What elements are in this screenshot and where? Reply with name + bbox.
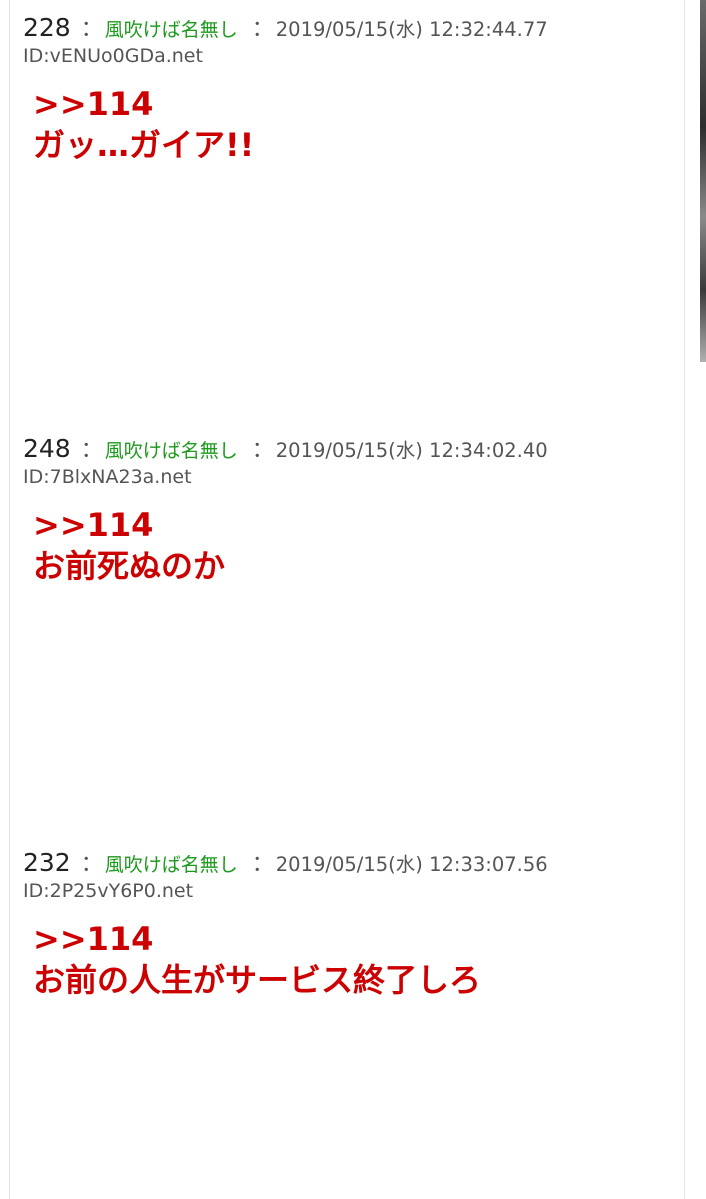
post-body: >>114 お前の人生がサービス終了しろ — [33, 919, 683, 1001]
post-id[interactable]: ID:7BlxNA23a.net — [23, 464, 683, 490]
post-id[interactable]: ID:2P25vY6P0.net — [23, 878, 683, 904]
post-separator: ： — [80, 438, 103, 463]
post-body: >>114 お前死ぬのか — [33, 505, 683, 587]
post-anchor-link[interactable]: >>114 — [33, 919, 683, 960]
post-datetime: 2019/05/15(水) 12:33:07.56 — [275, 853, 548, 876]
post-header: 248：風吹けば名無し： 2019/05/15(水) 12:34:02.40 — [23, 432, 683, 466]
left-border — [9, 0, 10, 1199]
post-header: 228：風吹けば名無し： 2019/05/15(水) 12:32:44.77 — [23, 11, 683, 45]
post-author: 風吹けば名無し — [104, 440, 238, 462]
post-date-separator: ： — [251, 852, 274, 877]
post-author: 風吹けば名無し — [104, 854, 238, 876]
post-228: 228：風吹けば名無し： 2019/05/15(水) 12:32:44.77 ID… — [23, 11, 683, 166]
post-id[interactable]: ID:vENUo0GDa.net — [23, 43, 683, 69]
post-anchor-link[interactable]: >>114 — [33, 505, 683, 546]
post-date-separator: ： — [251, 17, 274, 42]
post-number[interactable]: 228 — [23, 13, 71, 42]
post-separator: ： — [80, 17, 103, 42]
post-date-separator: ： — [251, 438, 274, 463]
post-anchor-link[interactable]: >>114 — [33, 84, 683, 125]
post-number[interactable]: 248 — [23, 434, 71, 463]
right-border — [684, 0, 685, 1199]
post-248: 248：風吹けば名無し： 2019/05/15(水) 12:34:02.40 ID… — [23, 432, 683, 587]
post-author: 風吹けば名無し — [104, 19, 238, 41]
post-body: >>114 ガッ…ガイア!! — [33, 84, 683, 166]
post-number[interactable]: 232 — [23, 848, 71, 877]
post-separator: ： — [80, 852, 103, 877]
post-header: 232：風吹けば名無し： 2019/05/15(水) 12:33:07.56 — [23, 846, 683, 880]
post-body-text: お前の人生がサービス終了しろ — [33, 961, 482, 999]
post-body-text: お前死ぬのか — [33, 547, 226, 585]
post-body-text: ガッ…ガイア!! — [33, 126, 255, 164]
side-image-strip — [700, 0, 706, 362]
post-datetime: 2019/05/15(水) 12:34:02.40 — [275, 439, 548, 462]
post-232: 232：風吹けば名無し： 2019/05/15(水) 12:33:07.56 ID… — [23, 846, 683, 1001]
post-datetime: 2019/05/15(水) 12:32:44.77 — [275, 18, 548, 41]
